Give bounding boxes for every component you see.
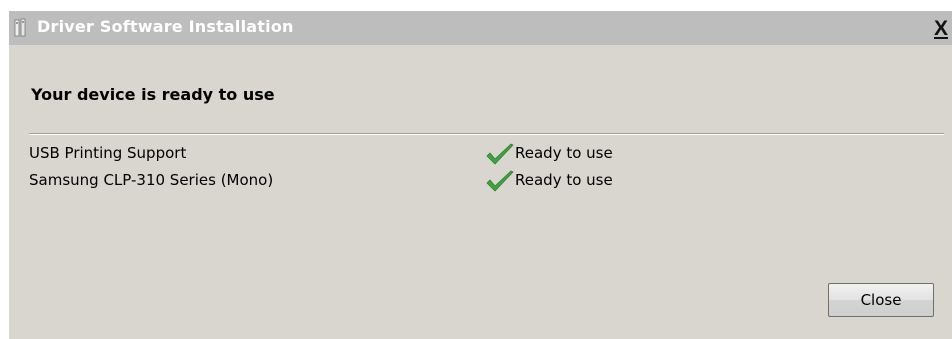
checkmark-icon (486, 170, 514, 192)
device-name: USB Printing Support (29, 144, 187, 162)
window-title: Driver Software Installation (37, 17, 294, 36)
page-title: Your device is ready to use (31, 85, 275, 104)
device-status: Ready to use (515, 171, 613, 189)
close-window-button[interactable]: X (930, 16, 952, 42)
title-bar[interactable]: Driver Software Installation X (9, 11, 952, 45)
device-row-usb-printing-support: USB Printing Support Ready to use (9, 143, 952, 166)
device-row-samsung-clp-310: Samsung CLP-310 Series (Mono) Ready to u… (9, 170, 952, 193)
driver-installer-icon (14, 18, 26, 37)
device-status: Ready to use (515, 144, 613, 162)
dialog-window: Driver Software Installation X Your devi… (9, 11, 952, 339)
divider (29, 133, 944, 135)
device-name: Samsung CLP-310 Series (Mono) (29, 171, 274, 189)
close-button[interactable]: Close (828, 283, 934, 317)
checkmark-icon (486, 143, 514, 165)
